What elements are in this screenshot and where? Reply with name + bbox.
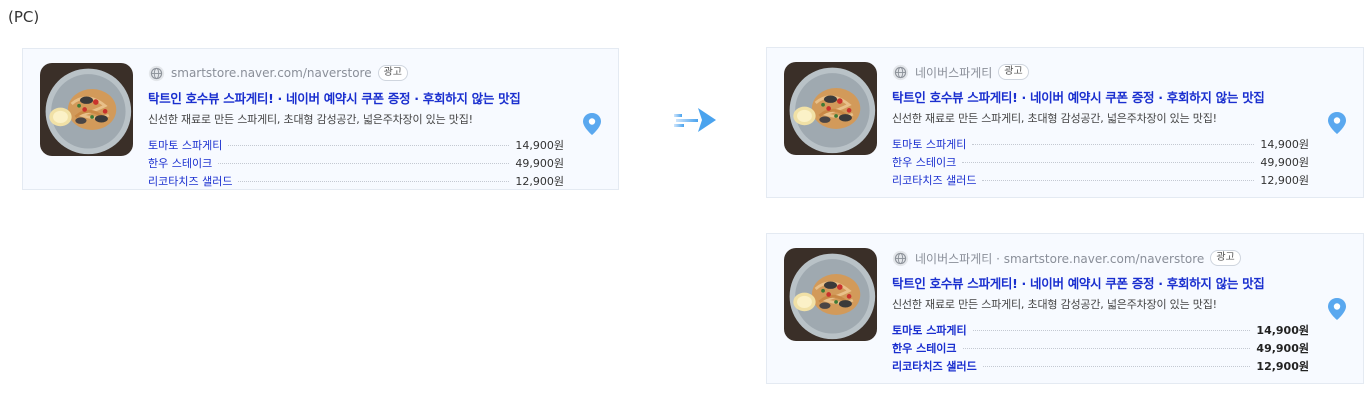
map-pin-icon[interactable] [1327, 297, 1347, 321]
menu-item[interactable]: 리코타치즈 샐러드 12,900원 [148, 172, 564, 190]
dotted-leader [228, 144, 510, 146]
menu-item[interactable]: 한우 스테이크 49,900원 [892, 339, 1309, 357]
menu-item-name[interactable]: 토마토 스파게티 [148, 137, 222, 153]
ad-description: 신선한 재료로 만든 스파게티, 초대형 감성공간, 넓은주차장이 있는 맛집! [148, 113, 473, 126]
source-url[interactable]: smartstore.naver.com/naverstore [171, 66, 372, 80]
dotted-leader [218, 162, 510, 164]
source-name[interactable]: 네이버스파게티 [915, 64, 992, 81]
menu-item[interactable]: 한우 스테이크 49,900원 [892, 153, 1309, 171]
pasta-image [40, 63, 133, 156]
pasta-image [784, 248, 877, 341]
ad-title[interactable]: 탁트인 호수뷰 스파게티! · 네이버 예약시 쿠폰 증정 · 후회하지 않는 … [148, 88, 564, 107]
menu-item-price: 14,900원 [1256, 324, 1309, 337]
globe-icon [148, 65, 165, 82]
menu-item-name[interactable]: 리코타치즈 샐러드 [892, 172, 976, 188]
menu-item-price: 14,900원 [515, 139, 564, 152]
map-pin-icon[interactable] [1327, 111, 1347, 135]
arrow-right-icon [672, 104, 720, 136]
dotted-leader [972, 329, 1251, 331]
ad-badge: 광고 [1210, 250, 1241, 266]
menu-item[interactable]: 리코타치즈 샐러드 12,900원 [892, 171, 1309, 189]
dotted-leader [962, 161, 1255, 163]
ad-card-after-name[interactable]: 네이버스파게티 광고 탁트인 호수뷰 스파게티! · 네이버 예약시 쿠폰 증정… [766, 47, 1364, 198]
ad-description: 신선한 재료로 만든 스파게티, 초대형 감성공간, 넓은주차장이 있는 맛집! [892, 112, 1217, 125]
food-thumbnail[interactable] [40, 63, 133, 156]
map-pin-icon[interactable] [582, 112, 602, 136]
pasta-image [784, 62, 877, 155]
globe-icon [892, 250, 909, 267]
dotted-leader [982, 179, 1255, 181]
ad-badge: 광고 [377, 65, 408, 81]
menu-item-price: 49,900원 [1256, 342, 1309, 355]
menu-item-name[interactable]: 토마토 스파게티 [892, 322, 967, 338]
page-label: (PC) [8, 8, 40, 26]
menu-item-price: 12,900원 [515, 175, 564, 188]
menu-item-name[interactable]: 한우 스테이크 [148, 155, 212, 171]
ad-card-after-name-url[interactable]: 네이버스파게티 · smartstore.naver.com/naverstor… [766, 233, 1364, 384]
menu-item-price: 12,900원 [1260, 174, 1309, 187]
ad-title[interactable]: 탁트인 호수뷰 스파게티! · 네이버 예약시 쿠폰 증정 · 후회하지 않는 … [892, 87, 1309, 106]
food-thumbnail[interactable] [784, 248, 877, 341]
menu-item-name[interactable]: 한우 스테이크 [892, 154, 956, 170]
menu-item[interactable]: 한우 스테이크 49,900원 [148, 154, 564, 172]
source-name-url[interactable]: 네이버스파게티 · smartstore.naver.com/naverstor… [915, 250, 1204, 267]
menu-item[interactable]: 토마토 스파게티 14,900원 [148, 136, 564, 154]
menu-item-price: 12,900원 [1256, 360, 1309, 373]
menu-list: 토마토 스파게티 14,900원 한우 스테이크 49,900원 리코타치즈 샐러드… [892, 135, 1309, 189]
menu-list: 토마토 스파게티 14,900원 한우 스테이크 49,900원 리코타치즈 샐러드… [892, 321, 1309, 375]
dotted-leader [962, 347, 1251, 349]
menu-item[interactable]: 리코타치즈 샐러드 12,900원 [892, 357, 1309, 375]
ad-description: 신선한 재료로 만든 스파게티, 초대형 감성공간, 넓은주차장이 있는 맛집! [892, 298, 1217, 311]
dotted-leader [238, 180, 510, 182]
menu-item-price: 49,900원 [515, 157, 564, 170]
menu-item-name[interactable]: 리코타치즈 샐러드 [148, 173, 232, 189]
menu-item-price: 14,900원 [1260, 138, 1309, 151]
menu-item[interactable]: 토마토 스파게티 14,900원 [892, 135, 1309, 153]
ad-card-before[interactable]: smartstore.naver.com/naverstore 광고 탁트인 호… [22, 48, 619, 190]
menu-item-price: 49,900원 [1260, 156, 1309, 169]
menu-item-name[interactable]: 리코타치즈 샐러드 [892, 358, 977, 374]
globe-icon [892, 64, 909, 81]
food-thumbnail[interactable] [784, 62, 877, 155]
menu-item[interactable]: 토마토 스파게티 14,900원 [892, 321, 1309, 339]
menu-list: 토마토 스파게티 14,900원 한우 스테이크 49,900원 리코타치즈 샐러드… [148, 136, 564, 190]
dotted-leader [972, 143, 1255, 145]
dotted-leader [982, 365, 1251, 367]
ad-title[interactable]: 탁트인 호수뷰 스파게티! · 네이버 예약시 쿠폰 증정 · 후회하지 않는 … [892, 273, 1309, 292]
menu-item-name[interactable]: 한우 스테이크 [892, 340, 957, 356]
ad-badge: 광고 [998, 64, 1029, 80]
menu-item-name[interactable]: 토마토 스파게티 [892, 136, 966, 152]
